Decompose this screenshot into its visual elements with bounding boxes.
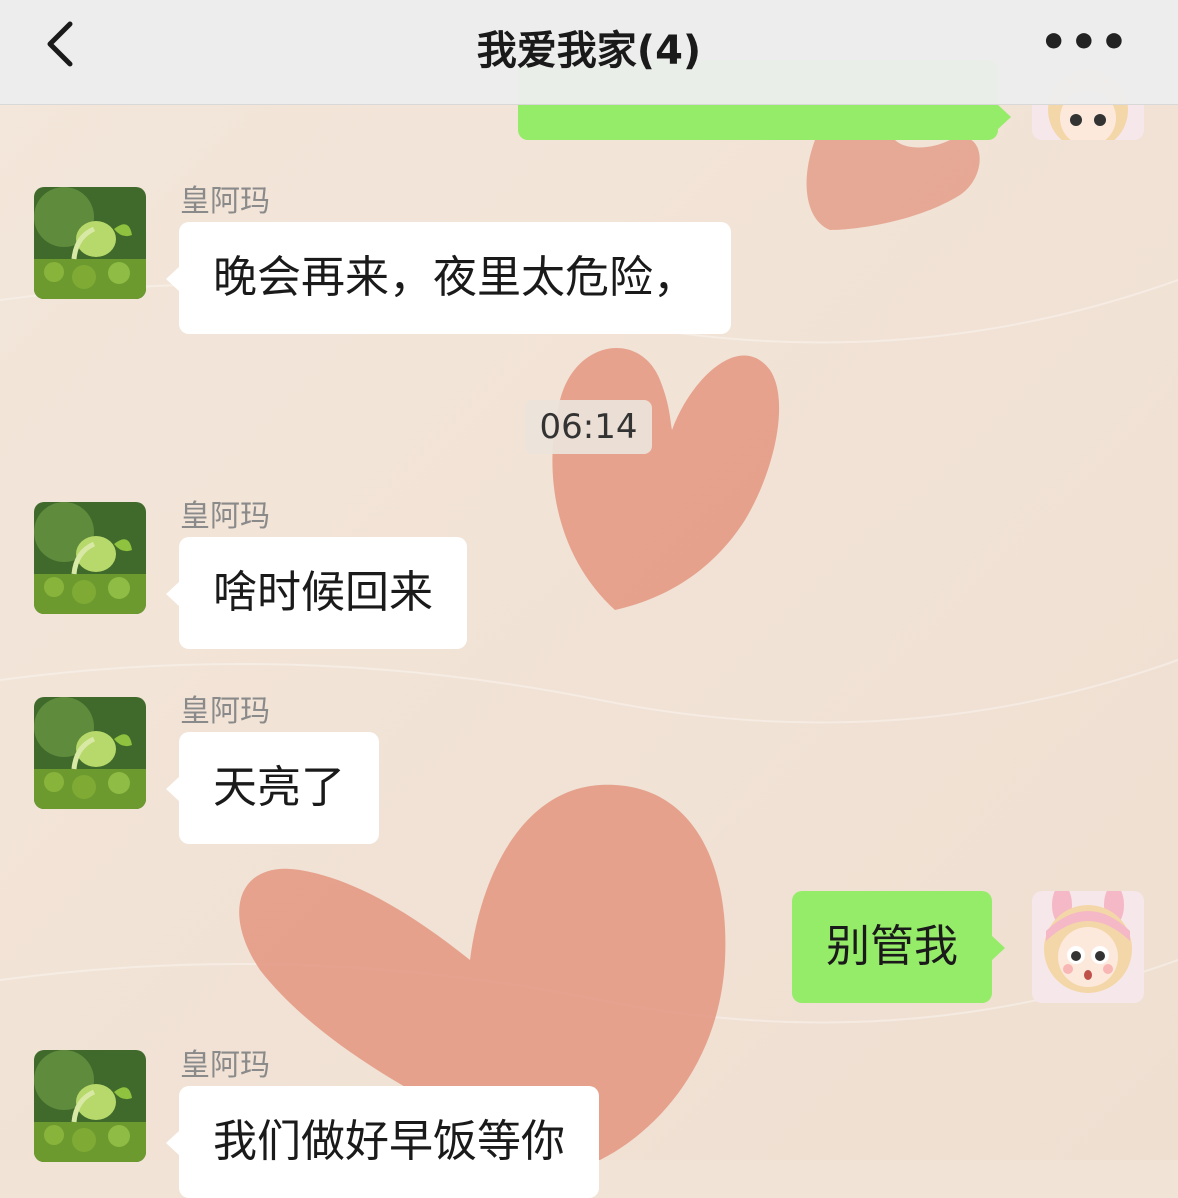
chat-title: 我爱我家(4) [476,28,702,74]
sprout-avatar-image [34,697,146,809]
chat-header: 我爱我家(4) ••• [0,0,1178,105]
message-text: 我们做好早饭等你 [213,1116,565,1167]
message-text: 晚会再来，夜里太危险， [213,252,697,303]
message-bubble-left[interactable]: 天亮了 [166,732,379,844]
chat-background [0,0,1178,1160]
message-bubble-left[interactable]: 啥时候回来 [166,537,467,649]
more-options-button[interactable]: ••• [1040,21,1130,65]
cartoon-girl-avatar-image [1032,891,1144,1003]
sender-avatar[interactable] [34,502,146,614]
sprout-avatar-image [34,502,146,614]
sender-avatar[interactable] [34,1050,146,1162]
my-avatar[interactable] [1032,891,1144,1003]
time-divider: 06:14 [525,400,652,454]
sender-name: 皇阿玛 [180,499,270,534]
message-text: 天亮了 [213,762,345,813]
message-bubble-left[interactable]: 我们做好早饭等你 [166,1086,599,1198]
sprout-avatar-image [34,187,146,299]
sender-name: 皇阿玛 [180,1048,270,1083]
sender-avatar[interactable] [34,697,146,809]
sender-name: 皇阿玛 [180,694,270,729]
sender-avatar[interactable] [34,187,146,299]
message-bubble-right[interactable]: 别管我 [792,891,1005,1003]
sender-name: 皇阿玛 [180,184,270,219]
message-bubble-left[interactable]: 晚会再来，夜里太危险， [166,222,731,334]
message-text: 别管我 [826,921,958,972]
sprout-avatar-image [34,1050,146,1162]
message-text: 啥时候回来 [213,567,433,618]
